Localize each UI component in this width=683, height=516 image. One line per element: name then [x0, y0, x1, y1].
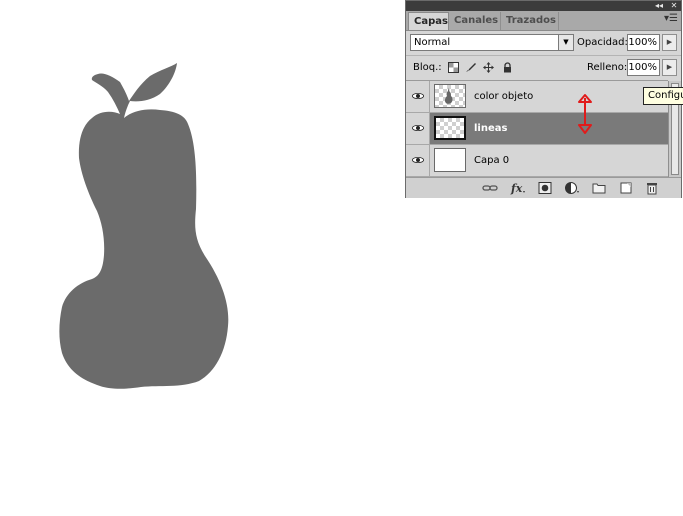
- eye-icon: [412, 156, 424, 164]
- layer-name: lineas: [474, 123, 508, 134]
- tab-trazados[interactable]: Trazados: [501, 12, 559, 30]
- adjustment-icon[interactable]: [564, 181, 580, 195]
- pear-thumbnail-icon: [445, 88, 453, 104]
- blend-mode-select[interactable]: Normal ▼: [410, 34, 574, 51]
- close-icon[interactable]: ✕: [668, 1, 680, 11]
- layers-panel: ◂◂ ✕ Capas Canales Trazados ▾☰ Normal ▼ …: [405, 0, 682, 198]
- panel-title-bar: ◂◂ ✕: [406, 1, 681, 11]
- new-layer-icon[interactable]: [618, 181, 634, 195]
- lock-move-icon[interactable]: [483, 62, 494, 73]
- layer-visibility-toggle[interactable]: [406, 81, 430, 112]
- layers-bottom-toolbar: fx: [406, 177, 681, 198]
- lock-all-icon[interactable]: [502, 62, 513, 73]
- opacity-field[interactable]: 100%: [627, 34, 660, 51]
- layer-name: color objeto: [474, 91, 534, 102]
- eye-icon: [412, 124, 424, 132]
- tab-canales[interactable]: Canales: [449, 12, 501, 30]
- layer-lineas[interactable]: lineas: [406, 113, 668, 145]
- blend-mode-value: Normal: [414, 37, 451, 48]
- tooltip: Configu: [643, 87, 683, 105]
- lock-label: Bloq.:: [413, 62, 442, 73]
- lock-transparency-icon[interactable]: [448, 62, 459, 73]
- layer-name: Capa 0: [474, 155, 510, 166]
- svg-text:fx: fx: [510, 182, 523, 195]
- layers-list: color objeto lineas Capa 0: [406, 81, 668, 177]
- layer-color-objeto[interactable]: color objeto: [406, 81, 668, 113]
- layer-thumbnail: [434, 116, 466, 140]
- layer-capa-0[interactable]: Capa 0: [406, 145, 668, 177]
- fill-field[interactable]: 100%: [627, 59, 660, 76]
- lock-brush-icon[interactable]: [465, 62, 476, 73]
- eye-icon: [412, 92, 424, 100]
- panel-menu-icon[interactable]: ▾☰: [664, 13, 678, 24]
- red-double-arrow-annotation: [578, 94, 592, 134]
- mask-icon[interactable]: [537, 181, 553, 195]
- group-folder-icon[interactable]: [591, 181, 607, 195]
- layer-thumbnail: [434, 84, 466, 108]
- opacity-label: Opacidad:: [577, 37, 628, 48]
- fx-icon[interactable]: fx: [510, 181, 526, 195]
- layer-visibility-toggle[interactable]: [406, 145, 430, 176]
- opacity-slider-button[interactable]: ▶: [662, 34, 677, 51]
- collapse-icon[interactable]: ◂◂: [653, 1, 665, 11]
- link-layers-icon[interactable]: [482, 181, 498, 195]
- panel-tabs: Capas Canales Trazados ▾☰: [406, 11, 681, 31]
- trash-icon[interactable]: [644, 181, 660, 195]
- pear-shape: [59, 63, 229, 389]
- fill-slider-button[interactable]: ▶: [662, 59, 677, 76]
- divider: [406, 55, 681, 56]
- layer-visibility-toggle[interactable]: [406, 113, 430, 144]
- layer-thumbnail: [434, 148, 466, 172]
- tab-capas[interactable]: Capas: [408, 12, 449, 30]
- chevron-down-icon[interactable]: ▼: [558, 35, 573, 50]
- fill-label: Relleno:: [587, 62, 628, 73]
